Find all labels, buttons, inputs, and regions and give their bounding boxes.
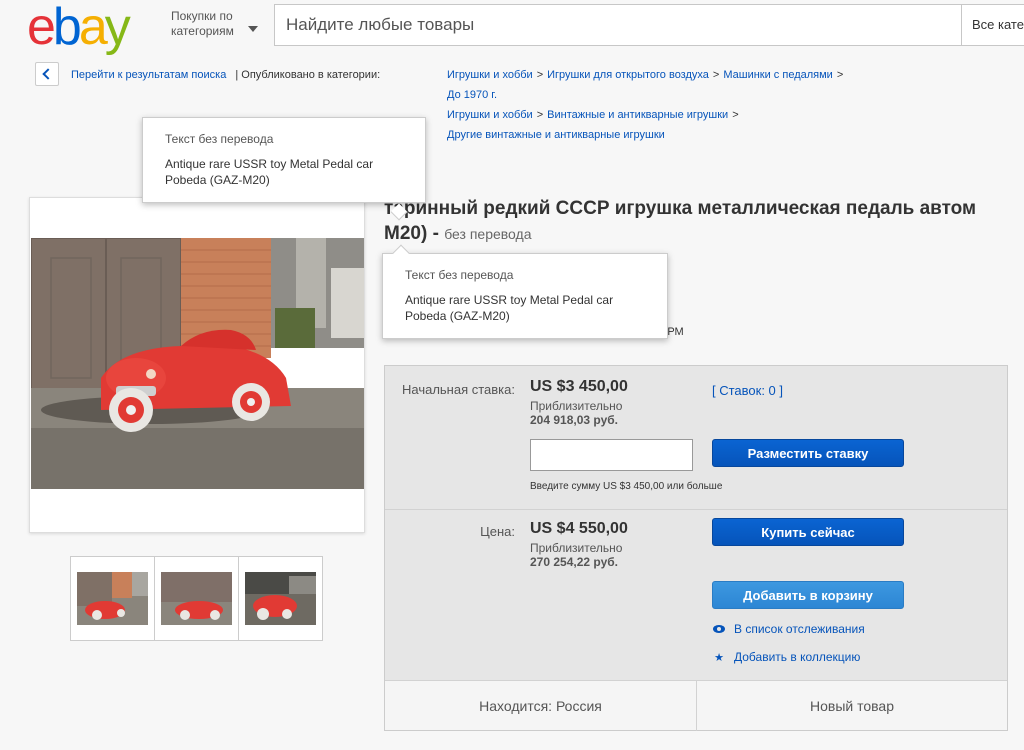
thumbnail-image: [245, 572, 316, 625]
logo-letter-b: b: [52, 0, 82, 56]
tooltip-text: Antique rare USSR toy Metal Pedal car Po…: [405, 292, 645, 324]
chevron-down-icon: [248, 26, 258, 32]
approx-label: Приблизительно: [530, 399, 623, 413]
eye-icon: [712, 624, 726, 636]
start-bid-approx: Приблизительно 204 918,03 руб.: [530, 399, 622, 427]
translation-tooltip-bottom: Текст без перевода Antique rare USSR toy…: [382, 244, 668, 339]
item-title-line1: таринный редкий СССР игрушка металлическ…: [384, 198, 977, 219]
approx-label: Приблизительно: [530, 541, 623, 555]
tooltip-text-line1: Antique rare USSR toy Metal Pedal car: [165, 157, 374, 171]
divider: [385, 509, 1007, 510]
tooltip-title: Текст без перевода: [165, 132, 274, 146]
bids-count-link[interactable]: [ Ставок: 0 ]: [712, 383, 783, 398]
watchlist-label: В список отслеживания: [734, 622, 865, 636]
shop-by-category-menu[interactable]: Покупки по категориям: [171, 9, 258, 39]
breadcrumb-path-2: Игрушки и хобби > Винтажные и антикварные …: [447, 109, 739, 121]
breadcrumb-path-2-cont: Другие винтажные и антикварные игрушки: [447, 125, 665, 145]
start-bid-label: Начальная ставка:: [401, 382, 515, 397]
logo-letter-a: a: [78, 0, 108, 56]
item-location: Находится: Россия: [479, 698, 602, 714]
item-title: таринный редкий СССР игрушка металлическ…: [384, 196, 1024, 247]
thumbnail-2[interactable]: [154, 556, 239, 641]
add-to-cart-button[interactable]: Добавить в корзину: [712, 581, 904, 609]
breadcrumb-link[interactable]: Игрушки и хобби: [447, 109, 533, 121]
search-input[interactable]: [275, 5, 961, 45]
tooltip-text-line2: Pobeda (GAZ-M20): [165, 173, 270, 187]
tooltip-text: Antique rare USSR toy Metal Pedal car Po…: [165, 156, 403, 188]
item-title-line2: M20) -: [384, 223, 439, 244]
item-info-footer: Находится: Россия Новый товар: [385, 680, 1007, 731]
buy-now-rub: 270 254,22 руб.: [530, 555, 618, 569]
bid-hint: Введите сумму US $3 450,00 или больше: [530, 481, 723, 492]
thumbnail-1[interactable]: [70, 556, 155, 641]
category-menu-line2: категориям: [171, 24, 234, 38]
logo-letter-e: e: [27, 0, 56, 56]
place-bid-button[interactable]: Разместить ставку: [712, 439, 904, 467]
add-to-collection-link[interactable]: ★ Добавить в коллекцию: [712, 650, 860, 664]
back-to-results-link[interactable]: Перейти к результатам поиска: [71, 69, 226, 81]
tooltip-title: Текст без перевода: [405, 268, 514, 282]
back-to-results-link-wrap: Перейти к результатам поиска | Опубликов…: [71, 65, 380, 85]
item-condition: Новый товар: [810, 698, 894, 714]
thumbnail-image: [161, 572, 232, 625]
breadcrumb-path-1-cont: До 1970 г.: [447, 85, 497, 105]
header: ebay Покупки по категориям Все категории: [0, 0, 1024, 56]
breadcrumb-link[interactable]: До 1970 г.: [447, 89, 497, 101]
breadcrumb-link[interactable]: Игрушки и хобби: [447, 69, 533, 81]
no-translation-label[interactable]: без перевода: [444, 226, 531, 242]
add-to-watchlist-link[interactable]: В список отслеживания: [712, 622, 865, 636]
main-photo: [31, 238, 364, 489]
breadcrumb-link[interactable]: Игрушки для открытого воздуха: [547, 69, 709, 81]
breadcrumb-link[interactable]: Другие винтажные и антикварные игрушки: [447, 129, 665, 141]
main-photo-frame[interactable]: [29, 197, 365, 533]
buy-now-price: US $4 550,00: [530, 520, 628, 537]
buy-box: Начальная ставка: US $3 450,00 Приблизит…: [384, 365, 1008, 731]
star-icon: ★: [714, 652, 724, 664]
buy-now-button[interactable]: Купить сейчас: [712, 518, 904, 546]
search-category-select[interactable]: Все категории: [961, 5, 1024, 45]
back-button[interactable]: [35, 62, 59, 86]
translation-tooltip-top: Текст без перевода Antique rare USSR toy…: [142, 117, 426, 221]
ebay-logo[interactable]: ebay: [27, 0, 131, 56]
start-bid-rub: 204 918,03 руб.: [530, 413, 618, 427]
thumbnail-3[interactable]: [238, 556, 323, 641]
logo-letter-y: y: [104, 0, 131, 56]
breadcrumb-link[interactable]: Винтажные и антикварные игрушки: [547, 109, 728, 121]
bid-amount-input[interactable]: [530, 439, 693, 471]
collection-label: Добавить в коллекцию: [734, 650, 861, 664]
tooltip-caret: [392, 244, 410, 262]
search-bar: Все категории: [274, 4, 1024, 46]
chevron-left-icon: [42, 68, 54, 80]
price-label: Цена:: [480, 524, 515, 539]
tooltip-text-line1: Antique rare USSR toy Metal Pedal car: [405, 293, 614, 307]
tooltip-text-line2: Pobeda (GAZ-M20): [405, 309, 510, 323]
category-menu-line1: Покупки по: [171, 9, 233, 23]
start-bid-price: US $3 450,00: [530, 378, 628, 395]
breadcrumb-link[interactable]: Машинки с педалями: [723, 69, 832, 81]
breadcrumb-path-1: Игрушки и хобби > Игрушки для открытого во…: [447, 69, 844, 81]
buy-now-approx: Приблизительно 270 254,22 руб.: [530, 541, 622, 569]
published-in-label: | Опубликовано в категории:: [235, 69, 381, 81]
thumbnail-image: [77, 572, 148, 625]
